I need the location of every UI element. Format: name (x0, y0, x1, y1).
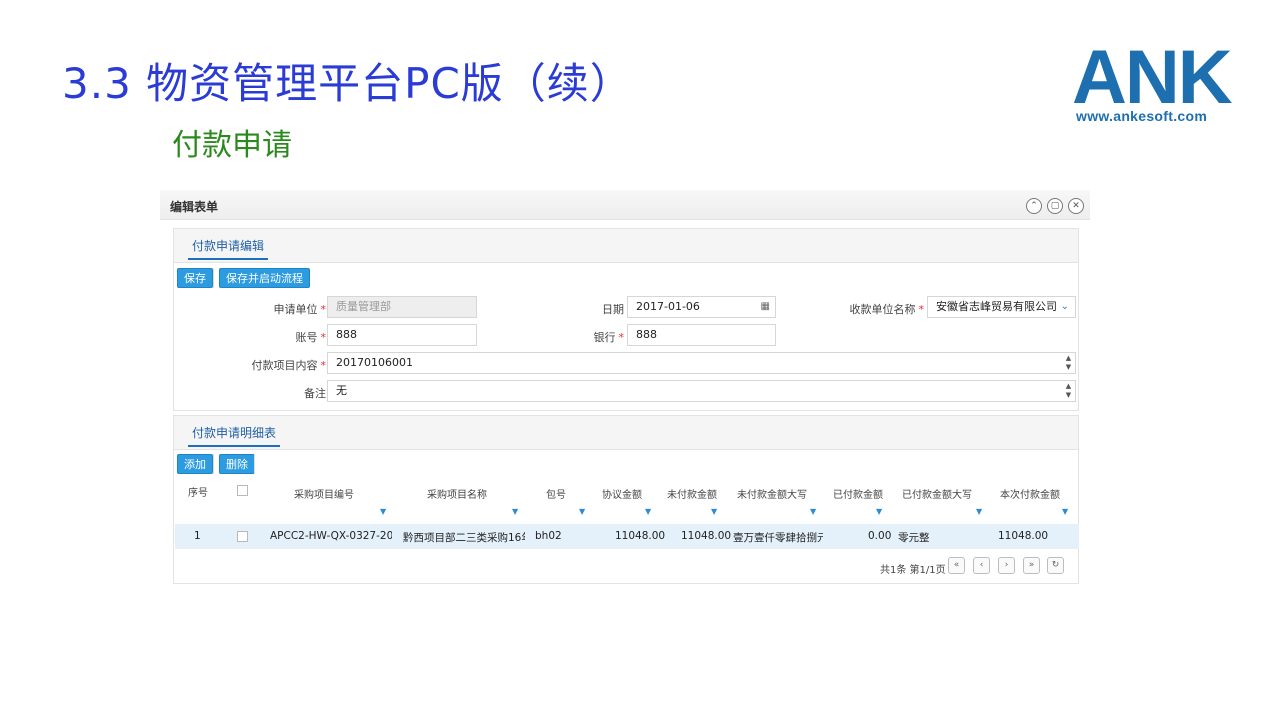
calendar-icon[interactable]: ▦ (761, 297, 770, 317)
filter-icon[interactable]: ▼ (512, 507, 518, 516)
filter-icon[interactable]: ▼ (976, 507, 982, 516)
scroll-arrows-icon[interactable]: ▲ ▼ (1064, 382, 1073, 400)
first-page-button[interactable]: « (948, 557, 965, 574)
cell-unpaid: 11048.00 (681, 530, 732, 542)
col-unpaid-caps-header[interactable]: 未付款金额大写 (737, 486, 807, 501)
window-title: 编辑表单 (170, 200, 219, 214)
table-row[interactable]: 1 APCC2-HW-QX-0327-2016 黔西项目部二三类采购16年3 b… (175, 524, 1079, 549)
account-field[interactable]: 888 (327, 324, 477, 346)
payee-label: 收款单位名称 * (849, 303, 925, 316)
last-page-button[interactable]: » (1023, 557, 1040, 574)
edit-form-window: 编辑表单 ⌃ ▢ ✕ 付款申请编辑 保存 保存并启动流程 申请单位 * 质量管理部… (160, 190, 1090, 590)
col-index-header: 序号 (188, 488, 208, 499)
prev-page-button[interactable]: ‹ (973, 557, 990, 574)
detail-tabbar: 付款申请明细表 (174, 416, 1078, 450)
remark-value: 无 (336, 384, 347, 397)
cell-unpaid-caps: 壹万壹仟零肆拾捌元整 (733, 532, 823, 544)
slide-subtitle: 付款申请 (172, 128, 292, 163)
remark-field[interactable]: 无 ▲ ▼ (327, 380, 1076, 402)
close-button[interactable]: ✕ (1068, 198, 1084, 214)
col-current-header[interactable]: 本次付款金额 (1000, 486, 1060, 501)
add-button[interactable]: 添加 (177, 454, 213, 474)
next-page-button[interactable]: › (998, 557, 1015, 574)
toolbar-divider (213, 268, 214, 288)
maximize-button[interactable]: ▢ (1047, 198, 1063, 214)
col-unpaid-header[interactable]: 未付款金额 (667, 486, 717, 501)
date-label: 日期 (602, 303, 624, 316)
select-all-checkbox[interactable] (237, 485, 248, 496)
window-header: 编辑表单 ⌃ ▢ ✕ (160, 190, 1090, 220)
col-name-header[interactable]: 采购项目名称 (427, 486, 487, 501)
logo-brand: ANK (1072, 35, 1233, 120)
pager-info: 共1条 第1/1页 (880, 565, 946, 576)
chevron-down-icon[interactable]: ⌄ (1061, 297, 1069, 317)
col-package-header[interactable]: 包号 (546, 486, 566, 501)
tab-payment-edit[interactable]: 付款申请编辑 (188, 237, 269, 260)
form-panel: 付款申请编辑 保存 保存并启动流程 申请单位 * 质量管理部 日期 2017-01… (173, 228, 1079, 411)
cell-name: 黔西项目部二三类采购16年3 (403, 532, 525, 544)
payee-value: 安徽省志峰贸易有限公司 (936, 300, 1057, 313)
applicant-unit-field: 质量管理部 (327, 296, 477, 318)
filter-icon[interactable]: ▼ (1062, 507, 1068, 516)
filter-icon[interactable]: ▼ (876, 507, 882, 516)
toolbar-divider (254, 454, 255, 474)
content-label: 付款项目内容 * (251, 359, 327, 372)
filter-icon[interactable]: ▼ (579, 507, 585, 516)
account-label: 账号 * (295, 331, 327, 344)
filter-icon[interactable]: ▼ (810, 507, 816, 516)
col-paid-header[interactable]: 已付款金额 (833, 486, 883, 501)
filter-icon[interactable]: ▼ (380, 507, 386, 516)
cell-paid: 0.00 (868, 530, 892, 542)
applicant-unit-label: 申请单位 * (273, 303, 327, 316)
refresh-icon[interactable]: ↻ (1047, 557, 1064, 574)
content-field[interactable]: 20170106001 ▲ ▼ (327, 352, 1076, 374)
slide-title: 3.3 物资管理平台PC版（续） (62, 59, 633, 108)
ank-logo: ANK www.ankesoft.com (1072, 40, 1234, 126)
scroll-arrows-icon[interactable]: ▲ ▼ (1064, 354, 1073, 372)
cell-current: 11048.00 (998, 530, 1049, 542)
tab-payment-detail[interactable]: 付款申请明细表 (188, 424, 281, 447)
cell-agreed: 11048.00 (615, 530, 666, 542)
save-start-flow-button[interactable]: 保存并启动流程 (219, 268, 310, 288)
delete-button[interactable]: 删除 (219, 454, 255, 474)
detail-panel: 付款申请明细表 添加 删除 序号 采购项目编号 采购项目名称 包号 协议金额 未… (173, 415, 1079, 584)
col-code-header[interactable]: 采购项目编号 (294, 486, 354, 501)
logo-url: www.ankesoft.com (1076, 108, 1208, 124)
bank-label: 银行 * (593, 331, 625, 344)
save-button[interactable]: 保存 (177, 268, 213, 288)
cell-package: bh02 (535, 530, 562, 542)
filter-icon[interactable]: ▼ (711, 507, 717, 516)
content-value: 20170106001 (336, 356, 413, 369)
remark-label: 备注 (304, 387, 326, 400)
col-paid-caps-header[interactable]: 已付款金额大写 (902, 486, 972, 501)
bank-field[interactable]: 888 (627, 324, 776, 346)
collapse-button[interactable]: ⌃ (1026, 198, 1042, 214)
payee-select[interactable]: 安徽省志峰贸易有限公司 ⌄ (927, 296, 1076, 318)
form-tabbar: 付款申请编辑 (174, 229, 1078, 263)
cell-paid-caps: 零元整 (898, 532, 930, 544)
filter-icon[interactable]: ▼ (645, 507, 651, 516)
date-value: 2017-01-06 (636, 300, 700, 313)
col-agreed-header[interactable]: 协议金额 (602, 486, 642, 501)
date-field[interactable]: 2017-01-06 ▦ (627, 296, 776, 318)
row-checkbox[interactable] (237, 531, 248, 542)
cell-index: 1 (194, 530, 201, 542)
cell-code: APCC2-HW-QX-0327-2016 (270, 530, 392, 542)
toolbar-divider (213, 454, 214, 474)
